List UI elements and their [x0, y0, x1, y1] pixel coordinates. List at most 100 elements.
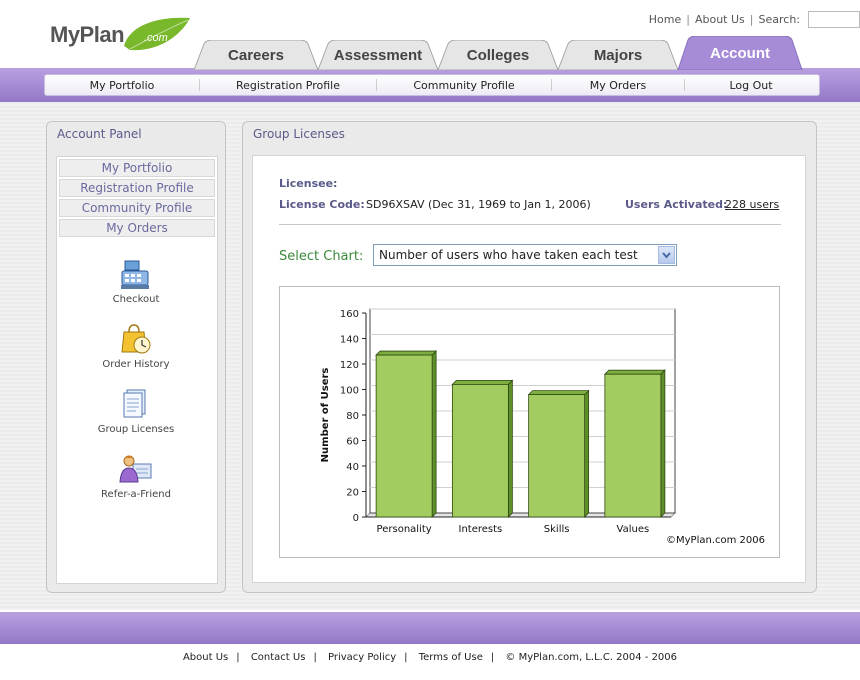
chart-container: 0 20 40 60 80 100 120 140 160 Number of Users Pers…: [279, 286, 780, 558]
y-axis-label: Number of Users: [320, 368, 331, 463]
subnav-my-orders[interactable]: My Orders: [552, 79, 684, 92]
group-licenses-label: Group Licenses: [97, 424, 175, 435]
separator: |: [404, 652, 408, 663]
license-code-label: License Code:: [279, 198, 365, 211]
y-tick-label: 40: [346, 462, 359, 473]
x-tick-label: Values: [617, 524, 650, 535]
users-activated-link[interactable]: 228 users: [725, 198, 779, 211]
license-code-value: SD96XSAV (Dec 31, 1969 to Jan 1, 2006): [366, 198, 591, 211]
licensee-label: Licensee:: [279, 177, 338, 190]
side-link-my-orders[interactable]: My Orders: [59, 219, 215, 237]
subnav-my-portfolio[interactable]: My Portfolio: [45, 79, 199, 92]
group-licenses-link[interactable]: Group Licenses: [57, 387, 215, 435]
chart-select[interactable]: Number of users who have taken each test: [373, 244, 677, 266]
separator: |: [313, 652, 317, 663]
tab-majors[interactable]: Majors: [556, 40, 680, 70]
order-history-link[interactable]: Order History: [57, 322, 215, 370]
account-panel: Account Panel My Portfolio Registration …: [46, 121, 226, 593]
footer: About Us | Contact Us | Privacy Policy | Te…: [0, 652, 860, 663]
home-link[interactable]: Home: [649, 13, 681, 26]
chart-select-value: Number of users who have taken each test: [379, 248, 638, 262]
tab-account[interactable]: Account: [676, 36, 804, 70]
document-icon: [123, 389, 146, 418]
tab-colleges[interactable]: Colleges: [436, 40, 560, 70]
account-subnav: My Portfolio Registration Profile Commun…: [44, 74, 820, 96]
y-tick-label: 120: [340, 360, 359, 371]
bar-top: [527, 390, 590, 395]
bar-chart: 0 20 40 60 80 100 120 140 160 Number of Users Pers…: [320, 308, 765, 546]
logo-suffix: .com: [144, 32, 168, 44]
search-label: Search:: [758, 12, 801, 26]
footer-band: [0, 612, 860, 644]
logo-text: MyPlan: [50, 22, 125, 47]
bar-top: [451, 380, 514, 385]
footer-terms-of-use[interactable]: Terms of Use: [419, 652, 483, 663]
bar: [604, 373, 662, 518]
users-activated-label: Users Activated:: [625, 198, 728, 211]
x-tick-label: Interests: [459, 524, 503, 535]
separator: |: [236, 652, 240, 663]
y-tick-label: 60: [346, 437, 359, 448]
tab-label: Majors: [593, 46, 643, 64]
main-tabs: Careers Assessment Colleges Majors Accou…: [192, 36, 812, 70]
top-links: Home | About Us | Search:: [649, 10, 860, 28]
order-history-label: Order History: [102, 359, 170, 370]
tab-label: Assessment: [333, 46, 423, 64]
bar-side: [660, 369, 666, 518]
side-link-community-profile[interactable]: Community Profile: [59, 199, 215, 217]
divider-line: [279, 224, 781, 225]
footer-privacy-policy[interactable]: Privacy Policy: [328, 652, 396, 663]
checkout-link[interactable]: Checkout: [57, 257, 215, 305]
group-licenses-title: Group Licenses: [253, 127, 345, 141]
shopping-bag-clock-icon: [121, 324, 151, 354]
footer-contact-us[interactable]: Contact Us: [251, 652, 306, 663]
x-tick-label: Skills: [544, 524, 570, 535]
y-tick-label: 20: [346, 488, 359, 499]
refer-a-friend-label: Refer-a-Friend: [101, 489, 171, 500]
group-licenses-body: Licensee: License Code: SD96XSAV (Dec 31…: [252, 155, 806, 583]
tab-label: Colleges: [466, 46, 530, 64]
bar-side: [507, 379, 513, 518]
account-panel-title: Account Panel: [57, 127, 142, 141]
x-tick-label: Personality: [377, 524, 432, 535]
account-panel-body: My Portfolio Registration Profile Commun…: [56, 156, 218, 584]
bar-side: [584, 389, 590, 518]
y-tick-label: 0: [353, 513, 359, 524]
y-tick-label: 100: [340, 386, 359, 397]
cash-register-icon: [121, 260, 149, 289]
bar: [375, 354, 433, 518]
group-licenses-panel: Group Licenses Licensee: License Code: S…: [242, 121, 817, 593]
checkout-label: Checkout: [112, 294, 160, 305]
bar-side: [431, 350, 437, 518]
bar: [528, 394, 586, 518]
separator: |: [490, 652, 495, 663]
subnav-log-out[interactable]: Log Out: [685, 79, 817, 92]
subnav-registration-profile[interactable]: Registration Profile: [200, 79, 376, 92]
y-tick-label: 140: [340, 335, 359, 346]
refer-a-friend-link[interactable]: Refer-a-Friend: [57, 452, 215, 500]
person-card-icon: [119, 455, 152, 483]
chart-copyright: ©MyPlan.com 2006: [666, 535, 765, 546]
subnav-community-profile[interactable]: Community Profile: [377, 79, 551, 92]
footer-about-us[interactable]: About Us: [183, 652, 228, 663]
bar: [451, 384, 509, 518]
myplan-logo[interactable]: MyPlan .com: [50, 16, 195, 58]
search-input[interactable]: [808, 10, 860, 28]
tab-label: Account: [710, 44, 770, 62]
select-chart-label: Select Chart:: [279, 249, 364, 264]
y-tick-label: 80: [346, 411, 359, 422]
tab-assessment[interactable]: Assessment: [316, 40, 440, 70]
side-link-registration-profile[interactable]: Registration Profile: [59, 179, 215, 197]
footer-copyright: © MyPlan.com, L.L.C. 2004 - 2006: [505, 652, 678, 663]
side-link-my-portfolio[interactable]: My Portfolio: [59, 159, 215, 177]
bar-top: [375, 350, 438, 356]
dropdown-arrow-icon[interactable]: [658, 246, 675, 264]
tab-careers[interactable]: Careers: [192, 40, 320, 70]
bar-top: [603, 369, 666, 375]
page-root: MyPlan .com Home | About Us | Search: Ca…: [0, 0, 860, 680]
tab-label: Careers: [228, 46, 284, 64]
about-us-link[interactable]: About Us: [695, 13, 745, 26]
y-tick-label: 160: [340, 309, 359, 320]
separator: |: [749, 12, 754, 26]
separator: |: [686, 12, 690, 26]
